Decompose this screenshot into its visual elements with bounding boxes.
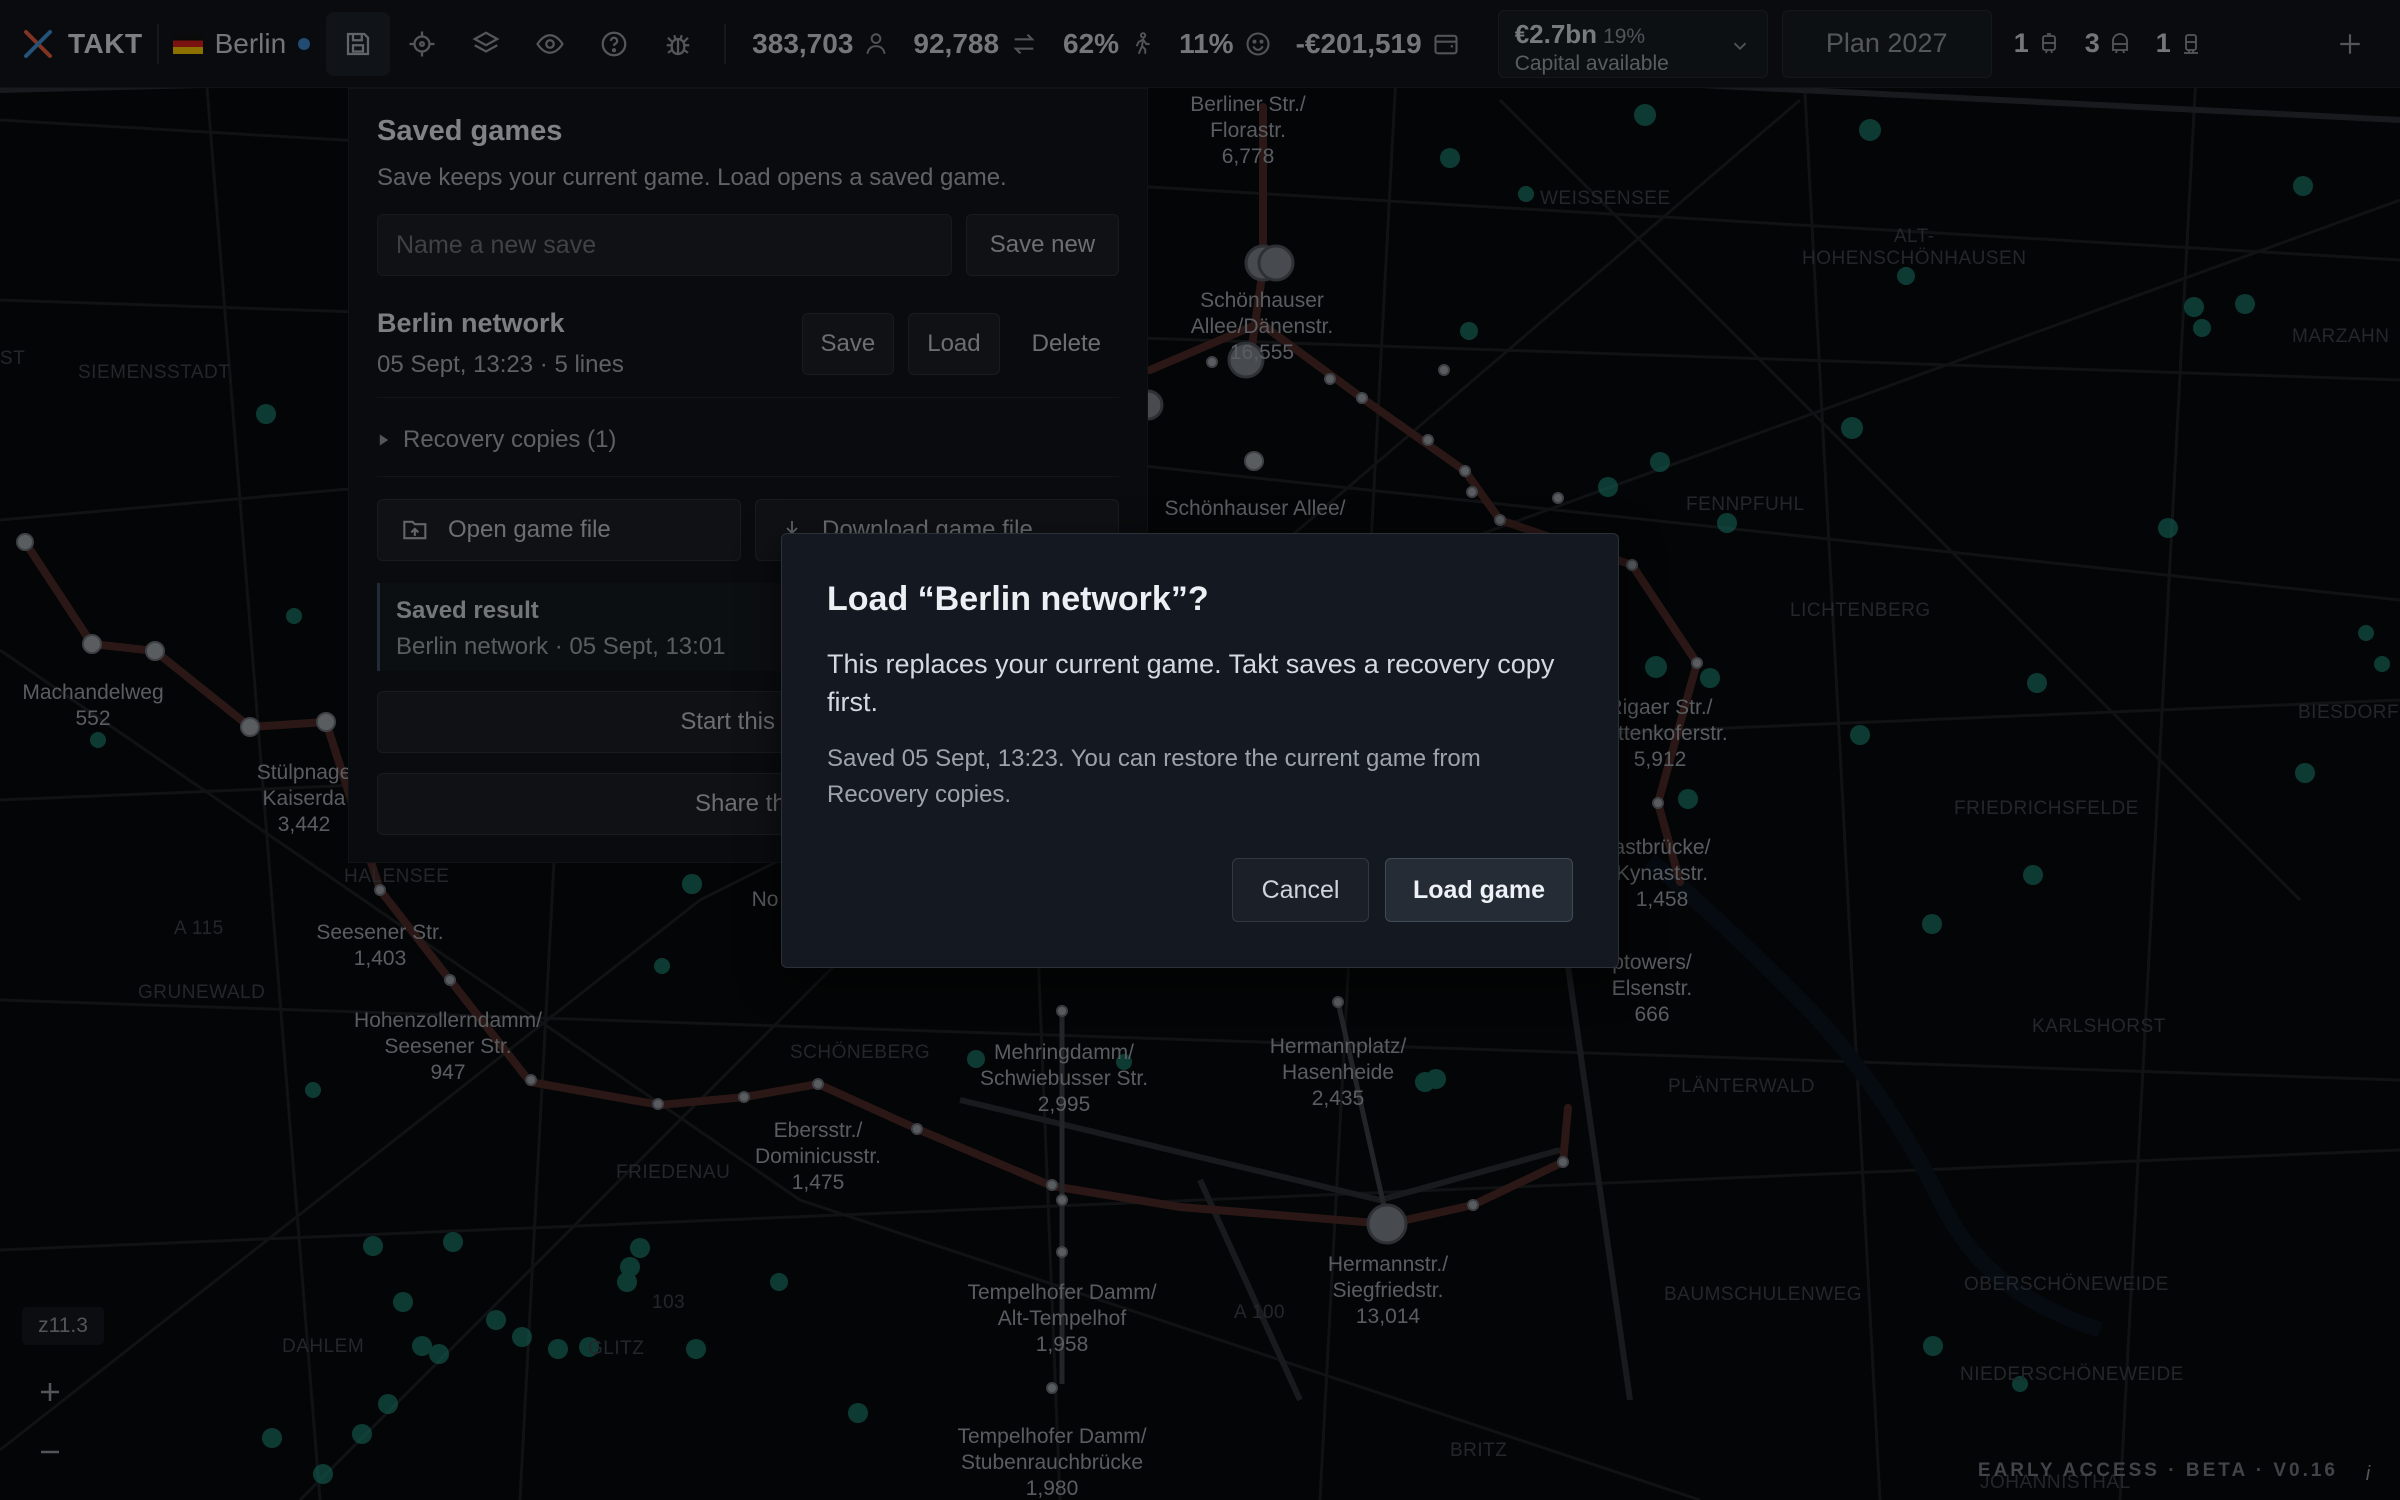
load-game-button[interactable]: Load game	[1385, 858, 1573, 922]
cancel-button[interactable]: Cancel	[1232, 858, 1369, 922]
dialog-title: Load “Berlin network”?	[827, 580, 1209, 618]
dialog-body: This replaces your current game. Takt sa…	[827, 649, 1555, 717]
load-confirm-dialog: Load “Berlin network”? This replaces you…	[781, 533, 1619, 968]
dialog-note: Saved 05 Sept, 13:23. You can restore th…	[827, 745, 1481, 808]
